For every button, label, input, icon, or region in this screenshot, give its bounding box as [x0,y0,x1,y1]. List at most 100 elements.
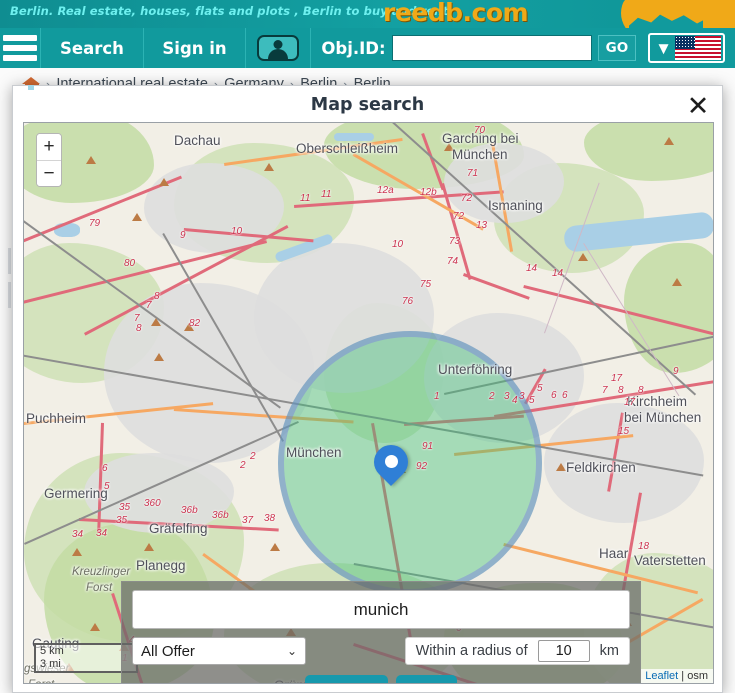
map-road-number: 17 [624,397,636,408]
chevron-down-icon: ⌄ [286,644,297,658]
map-road-number: 4 [512,395,518,406]
language-selector[interactable]: ▼ [648,33,725,63]
map-road-number: 35 [116,515,128,526]
leaflet-link[interactable]: Leaflet [645,670,678,682]
radius-input[interactable]: 10 [537,640,590,662]
attribution-separator: | [678,670,688,682]
map-road-number: 2 [240,460,246,471]
close-icon[interactable]: ✕ [683,92,713,122]
panel-buttons: Cancel OK [122,675,640,683]
nav-signin-button[interactable]: Sign in [144,28,247,68]
map-road-number: 8 [136,323,142,334]
map-road-number: 7 [602,385,608,396]
map-road-number: 11 [300,193,311,204]
decor-line [8,282,11,308]
map-pin-icon[interactable] [366,437,416,491]
map-place-label: Ismaning [488,198,543,213]
zoom-out-button[interactable]: − [37,160,61,186]
us-flag-icon [675,36,721,60]
map-place-label: Gräfelfing [149,521,208,536]
leaflet-map[interactable]: Dachau Oberschleißheim Garching bei München… [23,122,714,684]
map-road-number: 8 [638,385,644,396]
map-forest-label: Kreuzlinger [72,566,131,578]
map-place-label: Kirchheim [627,394,688,409]
zoom-control[interactable]: + − [36,133,62,187]
objid-go-button[interactable]: GO [597,35,637,61]
map-road-number: 36b [212,510,229,521]
map-road-number: 3 [519,391,525,402]
map-road-number: 8 [618,385,624,396]
place-search-input[interactable]: munich [132,590,630,629]
map-road-number: 79 [89,218,101,229]
osm-link[interactable]: osm [687,670,708,682]
radius-group: Within a radius of 10 km [404,637,630,665]
map-forest-label: Forst [86,582,113,594]
hamburger-menu-icon[interactable] [0,28,42,68]
map-road-number: 9 [673,366,679,377]
map-road-number: 71 [467,168,479,179]
avatar [257,35,300,61]
header-nav: Search Sign in Obj.ID: GO ▼ [0,28,735,68]
map-road-number: 75 [420,279,432,290]
map-road-number: 18 [638,541,650,552]
map-road-number: 91 [422,441,434,452]
map-forest-label: Forst [28,679,54,683]
map-road-number: 11 [321,189,332,200]
map-road-number: 37 [242,515,254,526]
map-road-number: 15 [618,426,630,437]
header-banner: Berlin. Real estate, houses, flats and p… [0,0,735,28]
map-road-number: 13 [476,220,488,231]
nav-search-button[interactable]: Search [41,28,144,68]
map-road-number: 35 [119,502,131,513]
map-place-label: Planegg [136,558,186,573]
map-place-label: Unterföhring [438,362,513,377]
map-road-number: 2 [250,451,256,462]
map-place-label: München [452,147,508,162]
map-road-number: 38 [264,513,276,524]
map-place-label: München [286,445,342,460]
map-road-number: 3 [504,391,510,402]
user-account-icon[interactable] [246,28,312,68]
map-road-number: 7 [146,300,152,311]
map-road-number: 1 [434,391,440,402]
zoom-in-button[interactable]: + [37,134,61,160]
radius-label: Within a radius of [415,643,528,659]
objid-label: Obj.ID: [321,38,386,58]
map-road-number: 72 [461,193,473,204]
objid-input[interactable] [391,35,592,61]
map-road-number: 5 [529,395,535,406]
offer-type-select[interactable]: All Offer ⌄ [132,637,306,665]
map-place-label: Oberschleißheim [296,141,399,156]
map-road-number: 5 [537,383,543,394]
map-road-number: 8 [154,291,160,302]
map-road-number: 34 [96,528,108,539]
chevron-down-icon: ▼ [655,38,672,58]
map-road-number: 80 [124,258,136,269]
ok-button[interactable]: OK [396,675,457,683]
map-place-label: Puchheim [26,411,87,426]
panel-controls-row: All Offer ⌄ Within a radius of 10 km [132,637,630,665]
map-road-number: 6 [562,390,568,401]
map-place-label: Vaterstetten [634,553,706,568]
map-road-number: 82 [189,318,201,329]
map-road-number: 12b [420,187,437,198]
map-road-number: 6 [551,390,557,401]
map-road-number: 14 [526,263,538,274]
map-road-number: 74 [447,256,459,267]
map-road-number: 36b [181,505,198,516]
map-road-number: 76 [402,296,414,307]
map-road-number: 6 [102,463,108,474]
map-road-number: 360 [144,498,161,509]
map-search-dialog: Map search ✕ Dachau Oberschleißheim Garc… [12,85,723,693]
map-road-number: 2 [489,391,495,402]
map-road-number: 10 [392,239,404,250]
map-road-number: 14 [552,268,564,279]
offer-type-value: All Offer [141,642,195,660]
map-search-panel: munich All Offer ⌄ Within a radius of 10… [121,581,641,683]
objid-group: Obj.ID: GO ▼ [311,28,735,68]
cancel-button[interactable]: Cancel [305,675,389,683]
map-place-label: bei München [624,410,702,425]
site-logo[interactable]: reedb.com [383,0,529,27]
map-road-number: 17 [611,373,623,384]
screen: Berlin. Real estate, houses, flats and p… [0,0,735,693]
